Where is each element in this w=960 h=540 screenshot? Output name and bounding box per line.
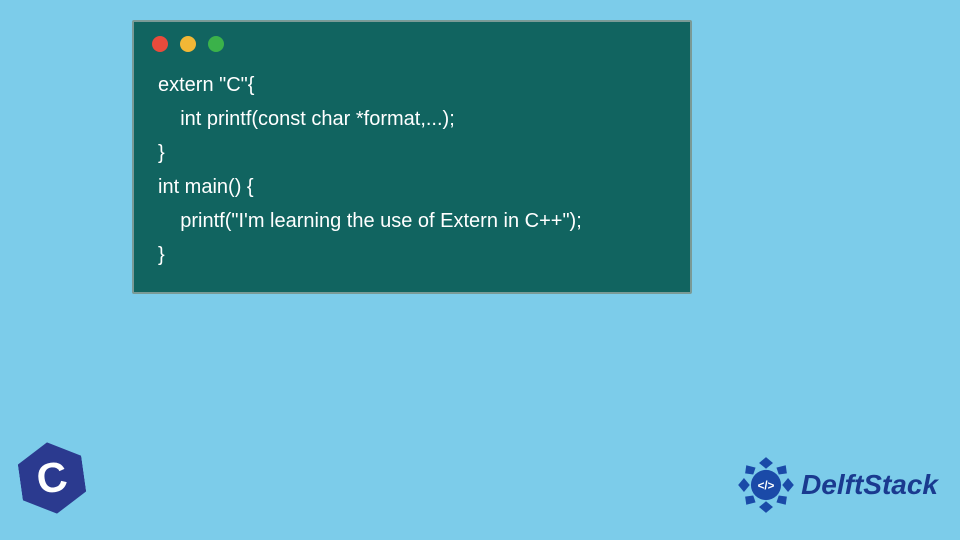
code-line: int main() { bbox=[158, 176, 254, 198]
code-line: printf("I'm learning the use of Extern i… bbox=[158, 210, 582, 232]
maximize-icon bbox=[208, 36, 224, 52]
code-content: extern "C"{ int printf(const char *forma… bbox=[134, 60, 690, 292]
minimize-icon bbox=[180, 36, 196, 52]
code-line: extern "C"{ bbox=[158, 74, 254, 96]
code-bracket-icon: </> bbox=[758, 480, 775, 493]
code-line: } bbox=[158, 244, 165, 266]
c-letter: C bbox=[34, 452, 71, 504]
code-line: int printf(const char *format,...); bbox=[158, 108, 455, 130]
close-icon bbox=[152, 36, 168, 52]
brand-name: DelftStack bbox=[801, 469, 938, 501]
code-window: extern "C"{ int printf(const char *forma… bbox=[132, 20, 692, 294]
delftstack-logo: </> DelftStack bbox=[737, 456, 938, 514]
c-language-logo: C bbox=[20, 442, 90, 518]
hexagon-icon: C bbox=[15, 438, 88, 518]
window-titlebar bbox=[134, 22, 690, 60]
gear-icon: </> bbox=[737, 456, 795, 514]
code-line: } bbox=[158, 142, 165, 164]
